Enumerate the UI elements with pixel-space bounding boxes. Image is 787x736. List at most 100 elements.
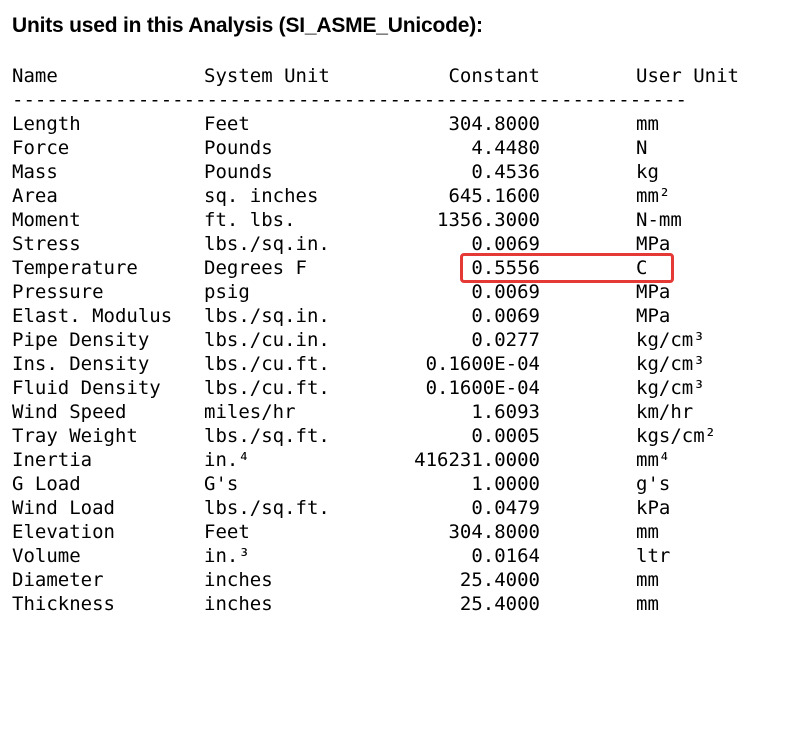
header-divider: ----------------------------------------… [12,89,687,111]
row-constant: 0.0069 [471,305,540,327]
row-constant: 0.5556 [471,257,540,279]
row-user-unit: C [636,257,648,279]
row-user-unit: MPa [636,281,671,303]
row-name: Pipe Density [12,329,150,351]
units-table: Name System Unit Constant User Unit ----… [12,64,772,616]
table-row: Elevation Feet 304.8000 mm [12,520,772,544]
row-name: Temperature [12,257,138,279]
row-constant: 416231.0000 [414,449,540,471]
row-name: Stress [12,233,81,255]
row-user-unit: MPa [636,233,671,255]
row-system-unit: Degrees F [204,257,307,279]
table-row: Wind Speed miles/hr 1.6093 km/hr [12,400,772,424]
row-name: Ins. Density [12,353,150,375]
table-row: Pipe Density lbs./cu.in. 0.0277 kg/cm³ [12,328,772,352]
row-name: Inertia [12,449,93,471]
row-constant: 645.1600 [448,185,540,207]
row-constant: 1.0000 [471,473,540,495]
row-name: Area [12,185,58,207]
row-system-unit: lbs./cu.ft. [204,377,330,399]
row-constant: 0.1600E-04 [425,377,540,399]
row-constant: 0.0164 [471,545,540,567]
header-name: Name [12,65,58,87]
row-user-unit: g's [636,473,671,495]
row-system-unit: lbs./cu.ft. [204,353,330,375]
row-constant: 1356.3000 [437,209,540,231]
table-row: Moment ft. lbs. 1356.3000 N-mm [12,208,772,232]
row-constant: 0.0005 [471,425,540,447]
row-name: Elevation [12,521,115,543]
row-constant: 1.6093 [471,401,540,423]
row-user-unit: km/hr [636,401,694,423]
row-system-unit: in.³ [204,545,250,567]
row-constant: 304.8000 [448,113,540,135]
table-row: Length Feet 304.8000 mm [12,112,772,136]
row-system-unit: psig [204,281,250,303]
row-user-unit: mm [636,113,659,135]
row-user-unit: kg [636,161,659,183]
row-name: Mass [12,161,58,183]
row-name: Thickness [12,593,115,615]
row-user-unit: ltr [636,545,671,567]
table-row: Pressure psig 0.0069 MPa [12,280,772,304]
row-constant: 0.0069 [471,233,540,255]
table-row-highlighted: Temperature Degrees F 0.5556 C [12,256,772,280]
table-row: Wind Load lbs./sq.ft. 0.0479 kPa [12,496,772,520]
table-row: Inertia in.⁴ 416231.0000 mm⁴ [12,448,772,472]
table-row: Mass Pounds 0.4536 kg [12,160,772,184]
table-row: Tray Weight lbs./sq.ft. 0.0005 kgs/cm² [12,424,772,448]
row-system-unit: inches [204,569,273,591]
row-user-unit: kg/cm³ [636,353,705,375]
table-row: Elast. Modulus lbs./sq.in. 0.0069 MPa [12,304,772,328]
row-user-unit: mm⁴ [636,449,671,471]
row-system-unit: lbs./sq.in. [204,233,330,255]
row-name: Elast. Modulus [12,305,173,327]
table-row: Volume in.³ 0.0164 ltr [12,544,772,568]
row-user-unit: kg/cm³ [636,377,705,399]
table-row: Ins. Density lbs./cu.ft. 0.1600E-04 kg/c… [12,352,772,376]
row-name: Fluid Density [12,377,161,399]
row-system-unit: sq. inches [204,185,319,207]
row-system-unit: in.⁴ [204,449,250,471]
row-user-unit: N-mm [636,209,682,231]
header-system-unit: System Unit [204,65,330,87]
table-row: Fluid Density lbs./cu.ft. 0.1600E-04 kg/… [12,376,772,400]
row-user-unit: MPa [636,305,671,327]
row-system-unit: lbs./sq.ft. [204,497,330,519]
row-system-unit: ft. lbs. [204,209,296,231]
row-name: Wind Load [12,497,115,519]
row-system-unit: Feet [204,521,250,543]
row-user-unit: mm [636,593,659,615]
row-name: Tray Weight [12,425,138,447]
row-constant: 0.0479 [471,497,540,519]
row-user-unit: kg/cm³ [636,329,705,351]
row-user-unit: N [636,137,648,159]
row-name: Moment [12,209,81,231]
row-constant: 25.4000 [459,593,540,615]
row-user-unit: mm [636,521,659,543]
table-row: Area sq. inches 645.1600 mm² [12,184,772,208]
table-header-row: Name System Unit Constant User Unit [12,64,772,88]
row-constant: 25.4000 [459,569,540,591]
row-constant: 4.4480 [471,137,540,159]
row-constant: 0.0069 [471,281,540,303]
row-user-unit: mm² [636,185,671,207]
header-constant: Constant [448,65,540,87]
report-title: Units used in this Analysis (SI_ASME_Uni… [12,14,483,37]
row-name: Pressure [12,281,104,303]
row-name: Force [12,137,70,159]
row-user-unit: mm [636,569,659,591]
table-row: Stress lbs./sq.in. 0.0069 MPa [12,232,772,256]
row-system-unit: Pounds [204,137,273,159]
row-user-unit: kgs/cm² [636,425,717,447]
row-constant: 304.8000 [448,521,540,543]
row-system-unit: lbs./sq.ft. [204,425,330,447]
table-row: Force Pounds 4.4480 N [12,136,772,160]
row-system-unit: Pounds [204,161,273,183]
header-user-unit: User Unit [636,65,739,87]
row-constant: 0.1600E-04 [425,353,540,375]
row-constant: 0.4536 [471,161,540,183]
row-constant: 0.0277 [471,329,540,351]
row-name: Volume [12,545,81,567]
table-row: Diameter inches 25.4000 mm [12,568,772,592]
